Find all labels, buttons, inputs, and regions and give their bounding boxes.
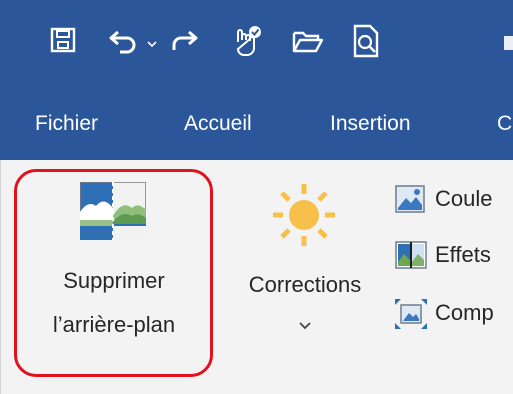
artistic-effects-button[interactable]: Effets (395, 240, 513, 272)
sun-icon (271, 182, 337, 253)
ribbon-left-border (0, 160, 1, 394)
artistic-effects-icon (395, 241, 427, 274)
open-folder-icon[interactable] (292, 29, 324, 58)
compress-pictures-icon (395, 299, 427, 334)
tab-file[interactable]: Fichier (35, 112, 98, 136)
color-button[interactable]: Coule (395, 184, 513, 216)
corrections-button[interactable]: Corrections (226, 172, 384, 372)
print-preview-icon[interactable] (352, 24, 380, 63)
ribbon-tabs: Fichier Accueil Insertion C (0, 88, 513, 160)
corrections-label: Corrections (248, 272, 362, 297)
save-icon[interactable] (50, 27, 76, 58)
more-icon[interactable] (504, 36, 513, 55)
touch-mode-icon[interactable] (232, 24, 266, 63)
undo-dropdown-icon[interactable] (146, 36, 158, 54)
highlight-box (14, 169, 213, 377)
undo-icon[interactable] (108, 28, 140, 59)
compress-pictures-button[interactable]: Comp (395, 298, 513, 330)
compress-pictures-label: Comp (435, 300, 494, 325)
quick-access-toolbar (0, 0, 513, 88)
picture-color-icon (395, 185, 425, 218)
artistic-effects-label: Effets (435, 242, 491, 267)
tab-partial[interactable]: C (497, 112, 512, 136)
color-label: Coule (435, 186, 493, 211)
redo-icon[interactable] (169, 28, 199, 59)
tab-home[interactable]: Accueil (184, 112, 252, 136)
chevron-down-icon (298, 318, 312, 336)
tab-insert[interactable]: Insertion (330, 112, 411, 136)
